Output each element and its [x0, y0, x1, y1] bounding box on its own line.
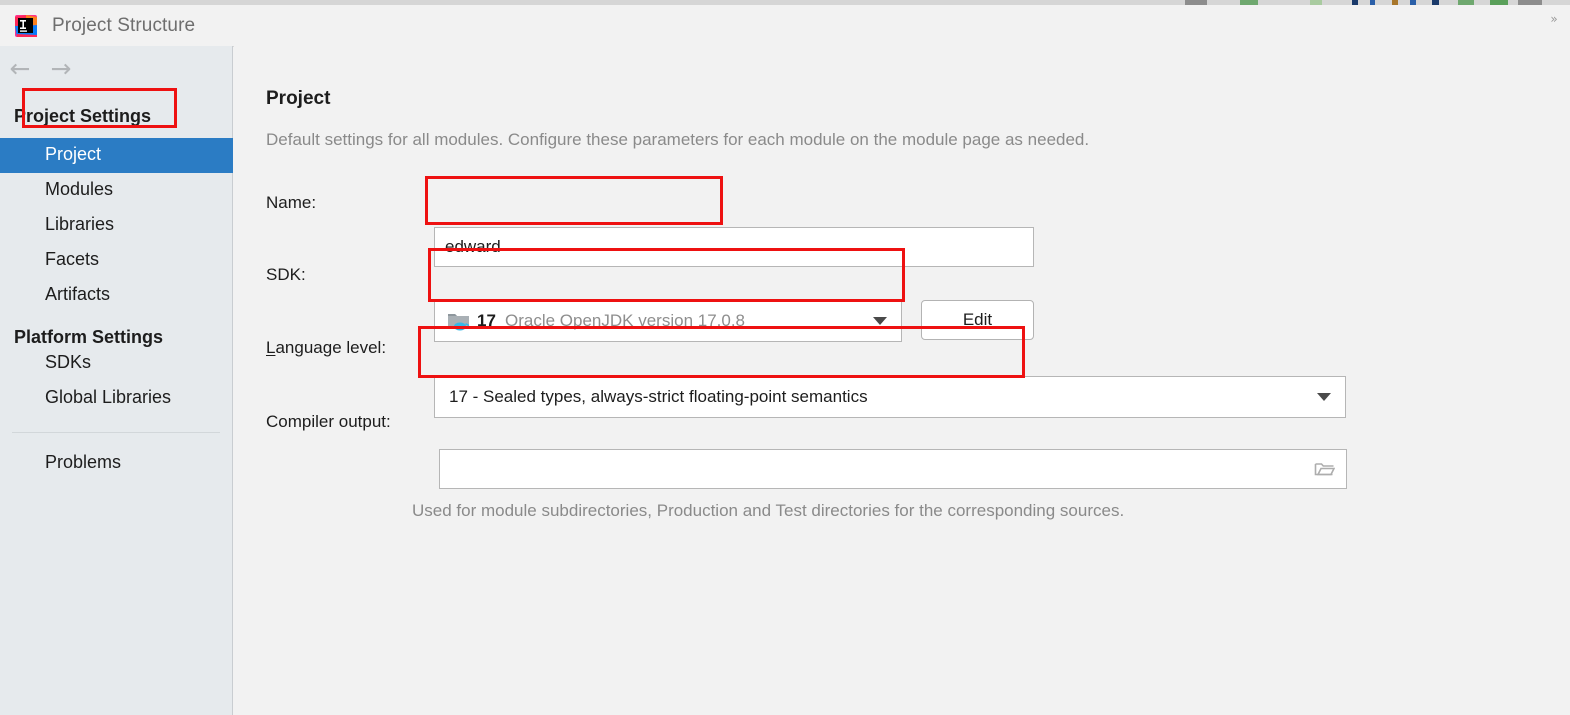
sidebar-item-problems[interactable]: Problems	[0, 446, 233, 481]
sidebar-item-label: Problems	[45, 452, 122, 472]
sidebar-item-label: Modules	[45, 179, 114, 199]
name-input-value: edward	[445, 237, 501, 256]
name-input[interactable]: edward	[434, 227, 1034, 267]
sdk-version: 17	[477, 311, 496, 330]
sidebar-item-label: Artifacts	[45, 284, 111, 304]
name-label: Name:	[266, 193, 317, 212]
sidebar-item-label: Global Libraries	[45, 387, 172, 407]
language-level-value: 17 - Sealed types, always-strict floatin…	[449, 387, 868, 406]
java-sdk-folder-icon	[447, 311, 471, 331]
sidebar-item-facets[interactable]: Facets	[0, 243, 233, 278]
expand-chevron-icon[interactable]: »	[1544, 13, 1564, 39]
project-settings-panel: Project Default settings for all modules…	[234, 46, 1570, 715]
sidebar-item-label: Facets	[45, 249, 100, 269]
chevron-down-icon	[873, 317, 887, 325]
sdk-combobox[interactable]: 17 Oracle OpenJDK version 17.0.8	[434, 300, 902, 342]
window-title: Project Structure	[52, 15, 196, 36]
compiler-output-hint: Used for module subdirectories, Producti…	[412, 501, 1125, 520]
sidebar-item-global-libraries[interactable]: Global Libraries	[0, 381, 233, 416]
language-level-label-rest: anguage level:	[275, 338, 387, 357]
compiler-output-input[interactable]	[439, 449, 1347, 489]
sidebar-group-project-settings: Project Settings	[14, 106, 152, 126]
sidebar-item-libraries[interactable]: Libraries	[0, 208, 233, 243]
back-arrow-icon[interactable]: ←	[6, 56, 34, 82]
navigation-arrows: ← →	[0, 46, 233, 91]
language-level-label: Language level:	[266, 338, 386, 358]
sidebar-group-platform-settings: Platform Settings	[14, 327, 164, 347]
forward-arrow-icon[interactable]: →	[47, 56, 75, 82]
sidebar-item-artifacts[interactable]: Artifacts	[0, 278, 233, 313]
sdk-edit-button[interactable]: Edit	[921, 300, 1034, 340]
sidebar-item-label: SDKs	[45, 352, 92, 372]
folder-browse-icon[interactable]	[1314, 461, 1336, 478]
sdk-label: SDK:	[266, 265, 306, 284]
chevron-down-icon	[1317, 393, 1331, 401]
sidebar-divider	[12, 432, 220, 433]
settings-sidebar: ← → Project Settings Platform Settings P…	[0, 46, 233, 715]
window-title-bar: Project Structure »	[0, 5, 1570, 47]
compiler-output-label: Compiler output:	[266, 412, 391, 431]
sidebar-item-label: Project	[45, 144, 102, 164]
intellij-idea-icon	[14, 14, 38, 38]
page-title: Project	[266, 88, 331, 109]
sdk-description: Oracle OpenJDK version 17.0.8	[505, 311, 746, 330]
sidebar-item-project[interactable]: Project	[0, 138, 233, 173]
sidebar-item-label: Libraries	[45, 214, 115, 234]
page-subtitle: Default settings for all modules. Config…	[266, 130, 1090, 149]
sidebar-item-sdks[interactable]: SDKs	[0, 346, 233, 381]
language-level-combobox[interactable]: 17 - Sealed types, always-strict floatin…	[434, 376, 1346, 418]
sidebar-item-modules[interactable]: Modules	[0, 173, 233, 208]
